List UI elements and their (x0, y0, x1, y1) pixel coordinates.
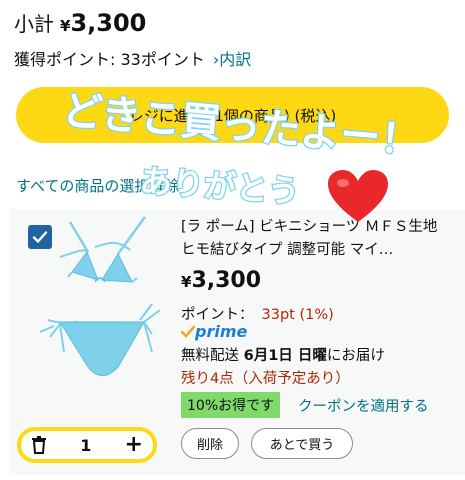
increase-quantity-button[interactable]: + (125, 434, 143, 456)
delete-button[interactable]: 削除 (181, 428, 239, 459)
earned-points-text: 獲得ポイント: 33ポイント (14, 50, 205, 69)
delivery-info: 無料配送 6月1日 日曜にお届け (181, 344, 385, 365)
prime-check-icon (181, 325, 195, 338)
quantity-stepper: 1 + (17, 427, 157, 463)
delivery-suffix: にお届け (326, 348, 385, 364)
subtotal: 小計 ¥ 3,300 (14, 8, 146, 37)
price-currency-symbol: ¥ (181, 273, 192, 291)
item-points-label: ポイント： (181, 307, 254, 323)
price-amount: 3,300 (191, 268, 262, 293)
deal-badge: 10%お得です (181, 392, 281, 418)
earned-points-row: 獲得ポイント: 33ポイント ›内訳 (14, 46, 251, 70)
stock-status: 残り4点（入荷予定あり） (181, 371, 350, 387)
product-image[interactable] (40, 212, 170, 412)
quantity-value: 1 (80, 435, 92, 455)
item-points-value: 33pt (1%) (261, 307, 334, 323)
deselect-all-items-link[interactable]: すべての商品の選択解除 (16, 175, 179, 196)
currency-symbol: ¥ (60, 17, 71, 35)
apply-coupon-link[interactable]: クーポンを適用する (298, 395, 429, 416)
save-for-later-button[interactable]: あとで買う (251, 428, 353, 459)
delivery-date: 6月1日 日曜 (243, 348, 327, 364)
item-price: ¥ 3,300 (181, 268, 261, 293)
subtotal-label: 小計 (14, 12, 54, 36)
item-points: ポイント： 33pt (1%) (181, 303, 334, 324)
prime-badge: prime (181, 322, 247, 341)
proceed-to-checkout-button[interactable]: レジに進む (1個の商品) (税込) (16, 87, 449, 143)
points-breakdown-link[interactable]: ›内訳 (213, 46, 251, 70)
product-title-link[interactable]: [ラ ポーム] ビキニショーツ ＭＦＳ生地 ヒモ結びタイプ 調整可能 マイ… (181, 216, 453, 262)
delivery-prefix: 無料配送 (181, 348, 239, 364)
trash-icon[interactable] (31, 436, 47, 454)
subtotal-amount: 3,300 (70, 9, 147, 37)
prime-label: prime (195, 322, 248, 341)
